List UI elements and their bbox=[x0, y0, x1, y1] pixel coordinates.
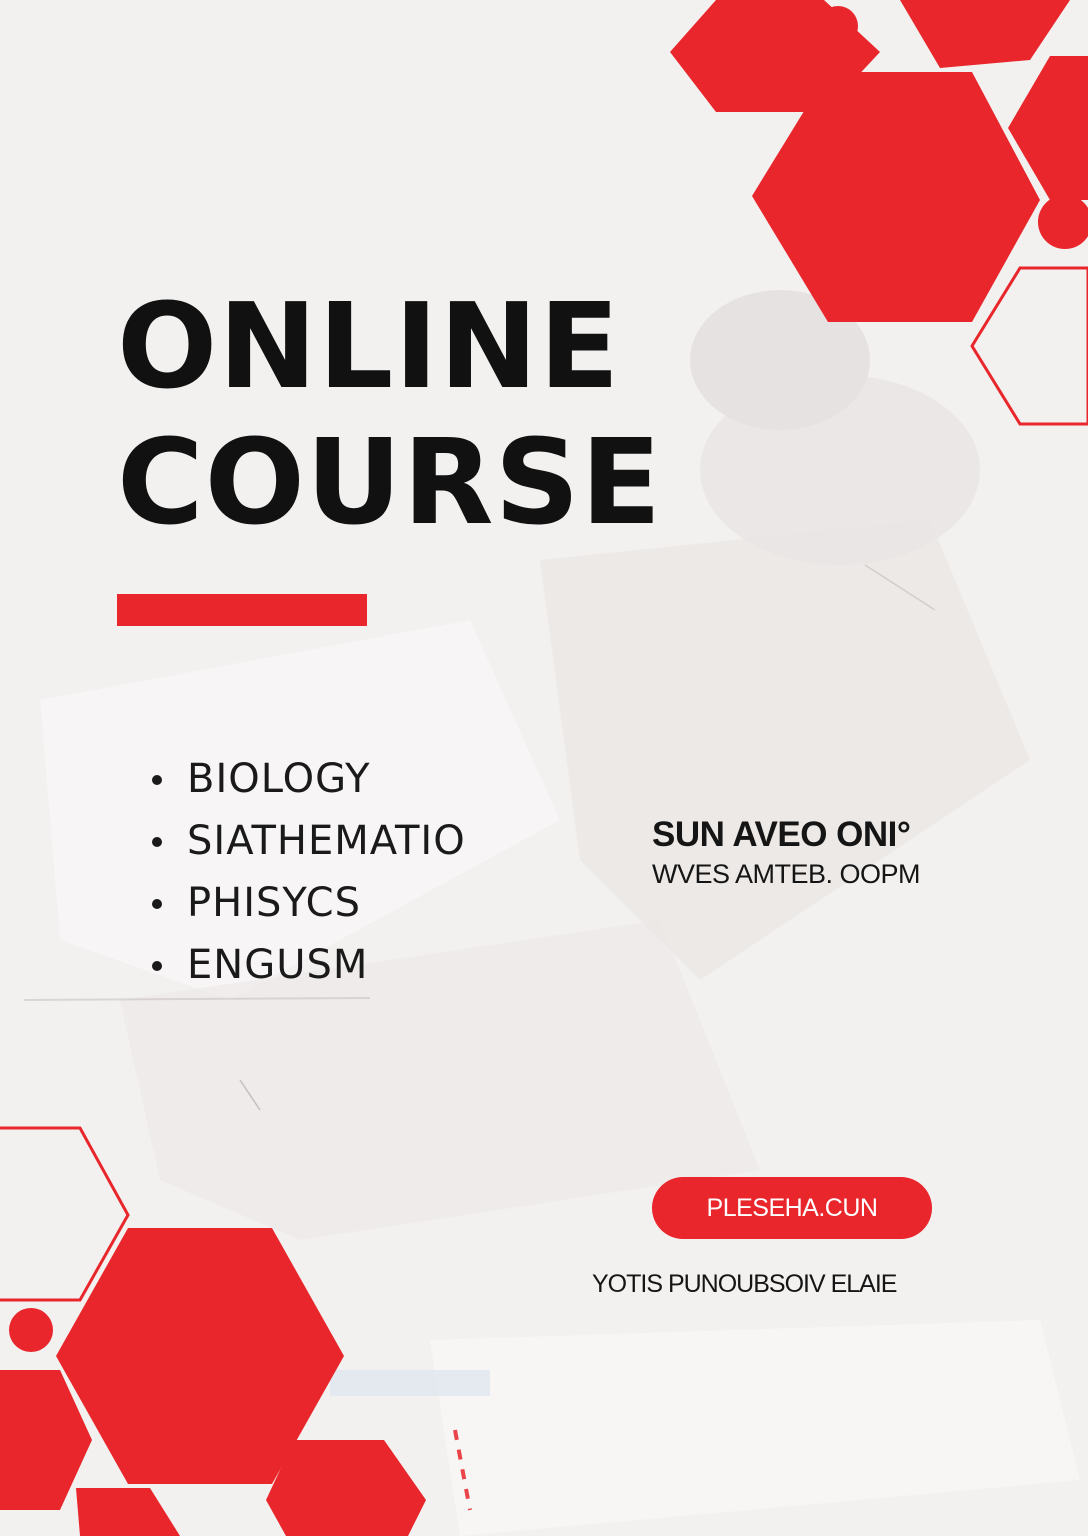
subject-label: PHISYCS bbox=[187, 880, 361, 926]
register-button[interactable]: PLESEHA.CUN bbox=[652, 1177, 932, 1239]
subject-label: BIOLOGY bbox=[187, 756, 371, 802]
subject-item-english: ENGUSM bbox=[150, 934, 466, 996]
footer-note: YOTIS PUNOUBSOIV ELAIE bbox=[592, 1270, 897, 1298]
subject-item-physics: PHISYCS bbox=[150, 872, 466, 934]
circle-shape bbox=[9, 1308, 53, 1352]
subject-item-biology: BIOLOGY bbox=[150, 748, 466, 810]
bullet-dot-icon bbox=[152, 899, 162, 909]
subject-item-mathematics: SIATHEMATIO bbox=[150, 810, 466, 872]
hexagon-shape bbox=[76, 1488, 180, 1536]
title-line-course: COURSE bbox=[117, 413, 663, 551]
accent-divider bbox=[117, 594, 367, 626]
schedule-time: WVES AMTEB. OOPM bbox=[652, 859, 921, 889]
title-line-online: ONLINE bbox=[117, 277, 621, 415]
course-title: ONLINE COURSE bbox=[117, 278, 662, 550]
bullet-dot-icon bbox=[152, 837, 162, 847]
subject-label: SIATHEMATIO bbox=[187, 818, 466, 864]
hexagon-outline bbox=[970, 266, 1088, 426]
subject-list: BIOLOGY SIATHEMATIO PHISYCS ENGUSM bbox=[150, 748, 466, 996]
bullet-dot-icon bbox=[152, 961, 162, 971]
bullet-dot-icon bbox=[152, 775, 162, 785]
circle-shape bbox=[1038, 195, 1088, 249]
schedule-block: SUN AVEO ONI° WVES AMTEB. OOPM bbox=[652, 814, 921, 892]
schedule-days: SUN AVEO ONI° bbox=[652, 815, 911, 854]
subject-label: ENGUSM bbox=[187, 942, 369, 988]
hexagon-shape bbox=[266, 1440, 426, 1536]
circle-shape bbox=[818, 6, 858, 46]
